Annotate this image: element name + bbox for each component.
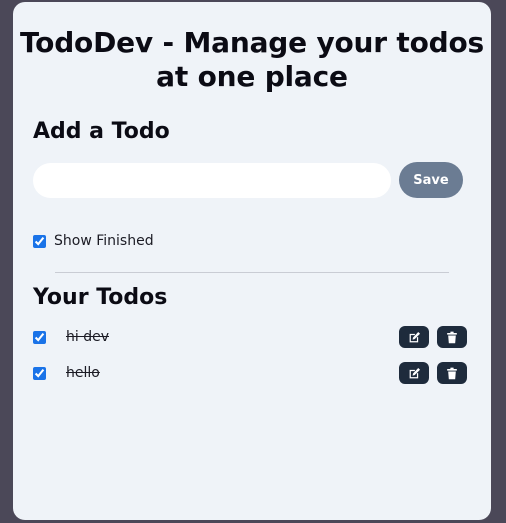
your-todos-heading: Your Todos [33, 285, 168, 310]
edit-icon [408, 331, 421, 344]
todo-actions [399, 326, 467, 348]
save-button[interactable]: Save [399, 162, 463, 198]
todo-input[interactable] [33, 163, 391, 198]
show-finished-label: Show Finished [54, 233, 154, 249]
todo-item: hi dev [33, 326, 467, 348]
edit-button[interactable] [399, 362, 429, 384]
todo-complete-checkbox[interactable] [33, 366, 46, 380]
todo-text: hi dev [66, 329, 109, 345]
show-finished-checkbox[interactable] [33, 234, 46, 248]
show-finished-toggle[interactable]: Show Finished [33, 232, 154, 250]
delete-button[interactable] [437, 362, 467, 384]
trash-icon [446, 367, 458, 380]
page-title: TodoDev - Manage your todos at one place [19, 26, 484, 93]
divider [55, 272, 449, 273]
edit-button[interactable] [399, 326, 429, 348]
delete-button[interactable] [437, 326, 467, 348]
todo-app-card: TodoDev - Manage your todos at one place… [13, 2, 491, 520]
edit-icon [408, 367, 421, 380]
todo-text: hello [66, 365, 100, 381]
add-todo-heading: Add a Todo [33, 119, 170, 144]
todo-complete-checkbox[interactable] [33, 330, 46, 344]
trash-icon [446, 331, 458, 344]
todo-actions [399, 362, 467, 384]
todo-item: hello [33, 362, 467, 384]
